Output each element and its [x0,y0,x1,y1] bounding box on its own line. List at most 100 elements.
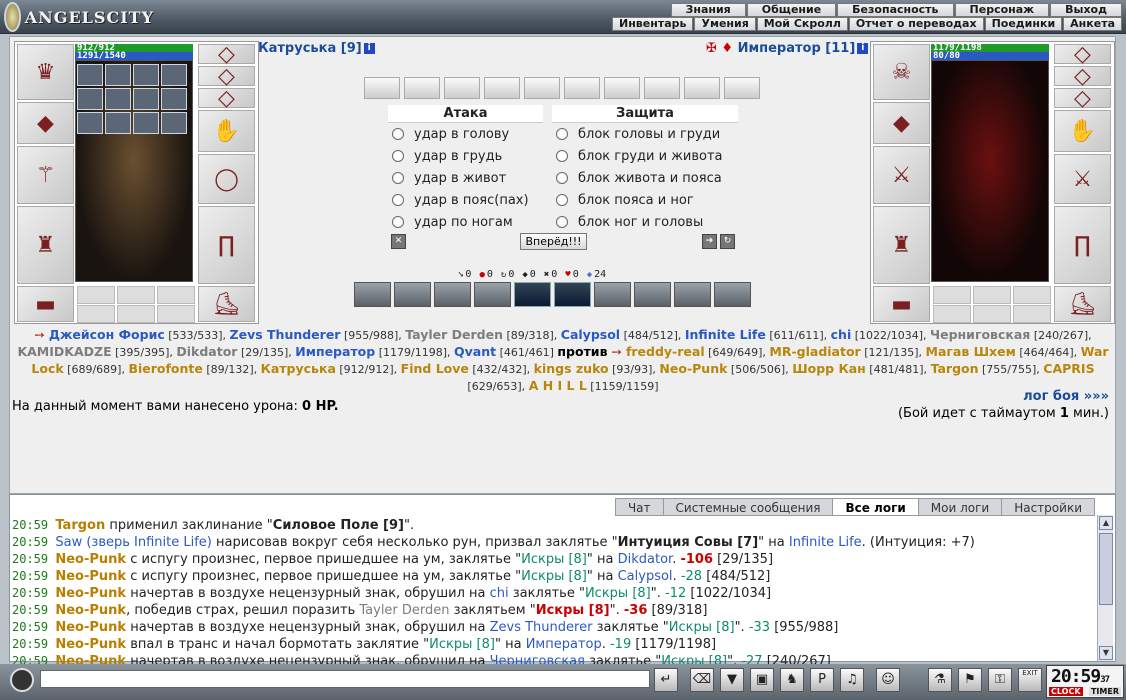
scroll-slot[interactable] [604,77,640,99]
left-player-name[interactable]: Катруська [9] i [258,41,375,56]
exit-icon[interactable]: EXIT [1018,668,1042,692]
spell-slot[interactable] [514,282,551,307]
chat-scrollbar[interactable]: ▲ ▼ [1097,515,1113,661]
armor-slot[interactable]: ♜ [17,206,74,284]
rune-slot[interactable] [77,64,103,86]
right-player-avatar[interactable] [931,60,1049,282]
scroll-slot[interactable] [404,77,440,99]
team-member-name[interactable]: Шорр Кан [792,361,866,376]
chat-nickname[interactable]: Saw (зверь Infinite Life) [55,535,212,550]
radio-button[interactable] [556,172,568,184]
scroll-up-icon[interactable]: ▲ [1099,516,1113,530]
earring-slot[interactable]: ◇ [1054,64,1111,89]
ring-slot[interactable] [157,305,195,323]
armor-slot[interactable]: ♜ [873,206,930,284]
radio-button[interactable] [392,128,404,140]
spell-slot[interactable] [354,282,391,307]
ring-slot[interactable] [1013,286,1051,304]
spell-slot[interactable] [674,282,711,307]
boots-slot[interactable]: ⛸ [1054,286,1111,322]
scroll-slot[interactable] [644,77,680,99]
amulet-slot[interactable]: ◇ [198,42,255,67]
rune-slot[interactable] [161,88,187,110]
team-member-name[interactable]: MR-gladiator [769,344,860,359]
menu-character[interactable]: Персонаж [954,3,1050,17]
amulet-slot[interactable]: ◇ [1054,42,1111,67]
save-icon[interactable]: ▣ [750,668,774,692]
team-member-name[interactable]: freddy-real [626,344,705,359]
music-icon[interactable]: ♫ [840,668,864,692]
radio-button[interactable] [556,150,568,162]
spell-slot[interactable] [434,282,471,307]
chat-nickname[interactable]: Neo-Punk [55,620,126,635]
tab-chat[interactable]: Чат [614,498,664,516]
team-member-name[interactable]: Qvant [454,344,496,359]
team-member-name[interactable]: A H I L L [529,378,587,393]
team-member-name[interactable]: Катруська [261,361,336,376]
spell-slot[interactable] [394,282,431,307]
rune-slot[interactable] [105,88,131,110]
earring-slot[interactable]: ◇ [198,64,255,89]
chat-mode-icon[interactable] [10,668,34,692]
tab-my-logs[interactable]: Мои логи [917,498,1003,516]
scroll-slot[interactable] [724,77,760,99]
necklace-slot[interactable]: ◇ [198,86,255,111]
weapon-slot[interactable]: ⚔ [873,146,930,204]
menu-duels[interactable]: Поединки [984,17,1063,31]
team-member-name[interactable]: Zevs Thunderer [230,327,341,342]
scroll-slot[interactable] [364,77,400,99]
chat-nickname[interactable]: Neo-Punk [55,603,126,618]
belt-slot[interactable]: ▬ [17,286,74,322]
team-member-name[interactable]: Neo-Punk [659,361,727,376]
chat-nickname[interactable]: Calypsol [618,569,673,584]
ring-slot[interactable] [933,286,971,304]
menu-transfer-report[interactable]: Отчет о переводах [848,17,984,31]
attack-option-stomach[interactable]: удар в живот [388,167,543,189]
spell-slot[interactable] [554,282,591,307]
scroll-slot[interactable] [444,77,480,99]
rune-slot[interactable] [105,112,131,134]
info-icon[interactable]: i [857,43,869,54]
chat-nickname[interactable]: Targon [55,518,105,533]
rune-slot[interactable] [77,88,103,110]
team-member-name[interactable]: kings zuko [534,361,609,376]
radio-button[interactable] [392,150,404,162]
team-member-name[interactable]: Император [295,344,375,359]
chat-nickname[interactable]: Infinite Life [789,535,862,550]
gloves-slot[interactable]: ✋ [198,110,255,152]
team-member-name[interactable]: Джейсон Форис [49,327,165,342]
team-member-name[interactable]: CAPRIS [1043,361,1094,376]
menu-security[interactable]: Безопасность [837,3,954,17]
offhand-slot[interactable]: ⚔ [1054,154,1111,204]
team-member-name[interactable]: Find Love [401,361,469,376]
team-member-name[interactable]: Черниговская [930,327,1030,342]
helmet-slot[interactable]: ♛ [17,44,74,100]
ring-slot[interactable] [933,305,971,323]
chat-nickname[interactable]: Dikdator [618,552,673,567]
team-member-name[interactable]: Bierofonte [128,361,202,376]
smiley-icon[interactable]: ☺ [876,668,900,692]
weapon-slot[interactable]: ⚚ [17,146,74,204]
chat-nickname[interactable]: chi [490,586,509,601]
send-icon[interactable]: ↵ [654,668,678,692]
team-member-name[interactable]: Calypsol [561,327,620,342]
attack-option-chest[interactable]: удар в грудь [388,145,543,167]
team-member-name[interactable]: Targon [931,361,979,376]
rune-slot[interactable] [133,64,159,86]
quest-icon[interactable]: ⚑ [958,668,982,692]
team-member-name[interactable]: KAMIDKADZE [17,344,111,359]
chat-nickname[interactable]: Neo-Punk [55,637,126,652]
ring-slot[interactable] [973,286,1011,304]
spell-slot[interactable] [594,282,631,307]
scrollbar-thumb[interactable] [1099,533,1113,605]
skip-icon[interactable]: ➔ [702,234,717,249]
forward-button[interactable]: Вперёд!!! [520,233,587,250]
scroll-slot[interactable] [484,77,520,99]
team-member-name[interactable]: chi [831,327,852,342]
right-player-name[interactable]: ✠ ♦ Император [11] i [706,41,869,56]
rune-slot[interactable] [105,64,131,86]
rune-slot[interactable] [161,112,187,134]
radio-button[interactable] [392,194,404,206]
attack-option-head[interactable]: удар в голову [388,123,543,145]
spell-slot[interactable] [634,282,671,307]
